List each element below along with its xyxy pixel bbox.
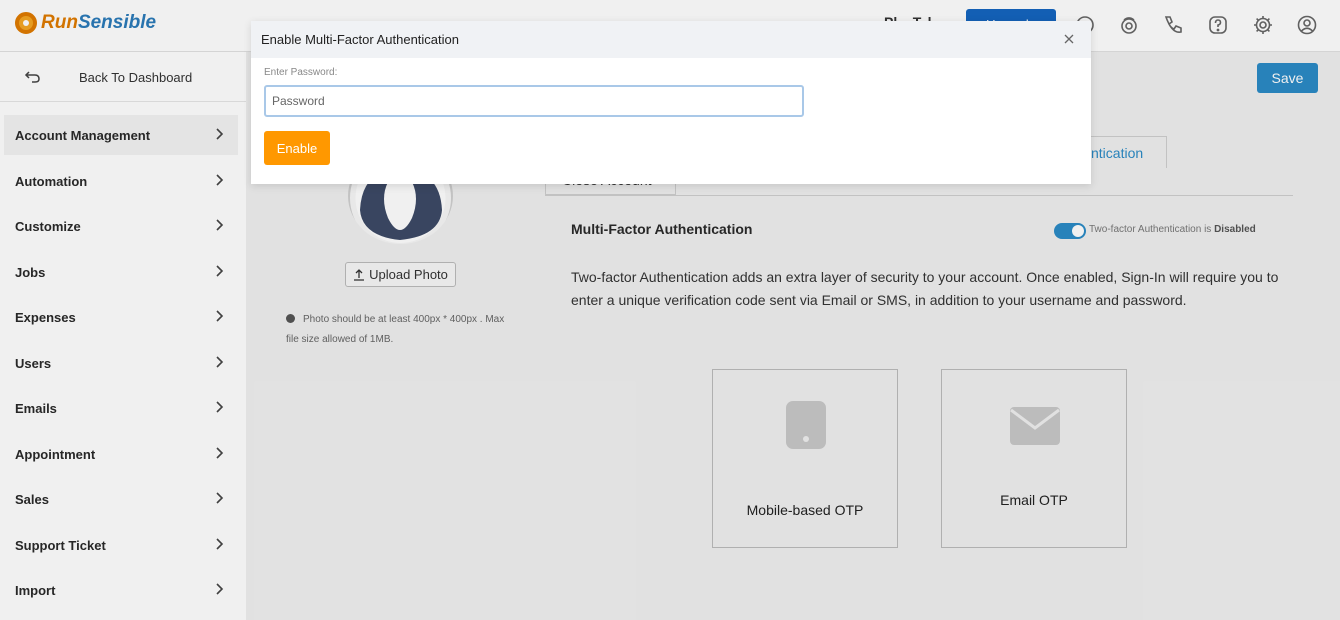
enable-button[interactable]: Enable: [264, 131, 330, 165]
close-icon[interactable]: [1062, 32, 1076, 46]
enable-mfa-modal: Enable Multi-Factor Authentication Enter…: [251, 21, 1091, 184]
modal-title: Enable Multi-Factor Authentication: [261, 32, 459, 47]
modal-header: Enable Multi-Factor Authentication: [251, 21, 1091, 58]
password-field-label: Enter Password:: [264, 67, 338, 78]
password-input[interactable]: [264, 85, 804, 117]
